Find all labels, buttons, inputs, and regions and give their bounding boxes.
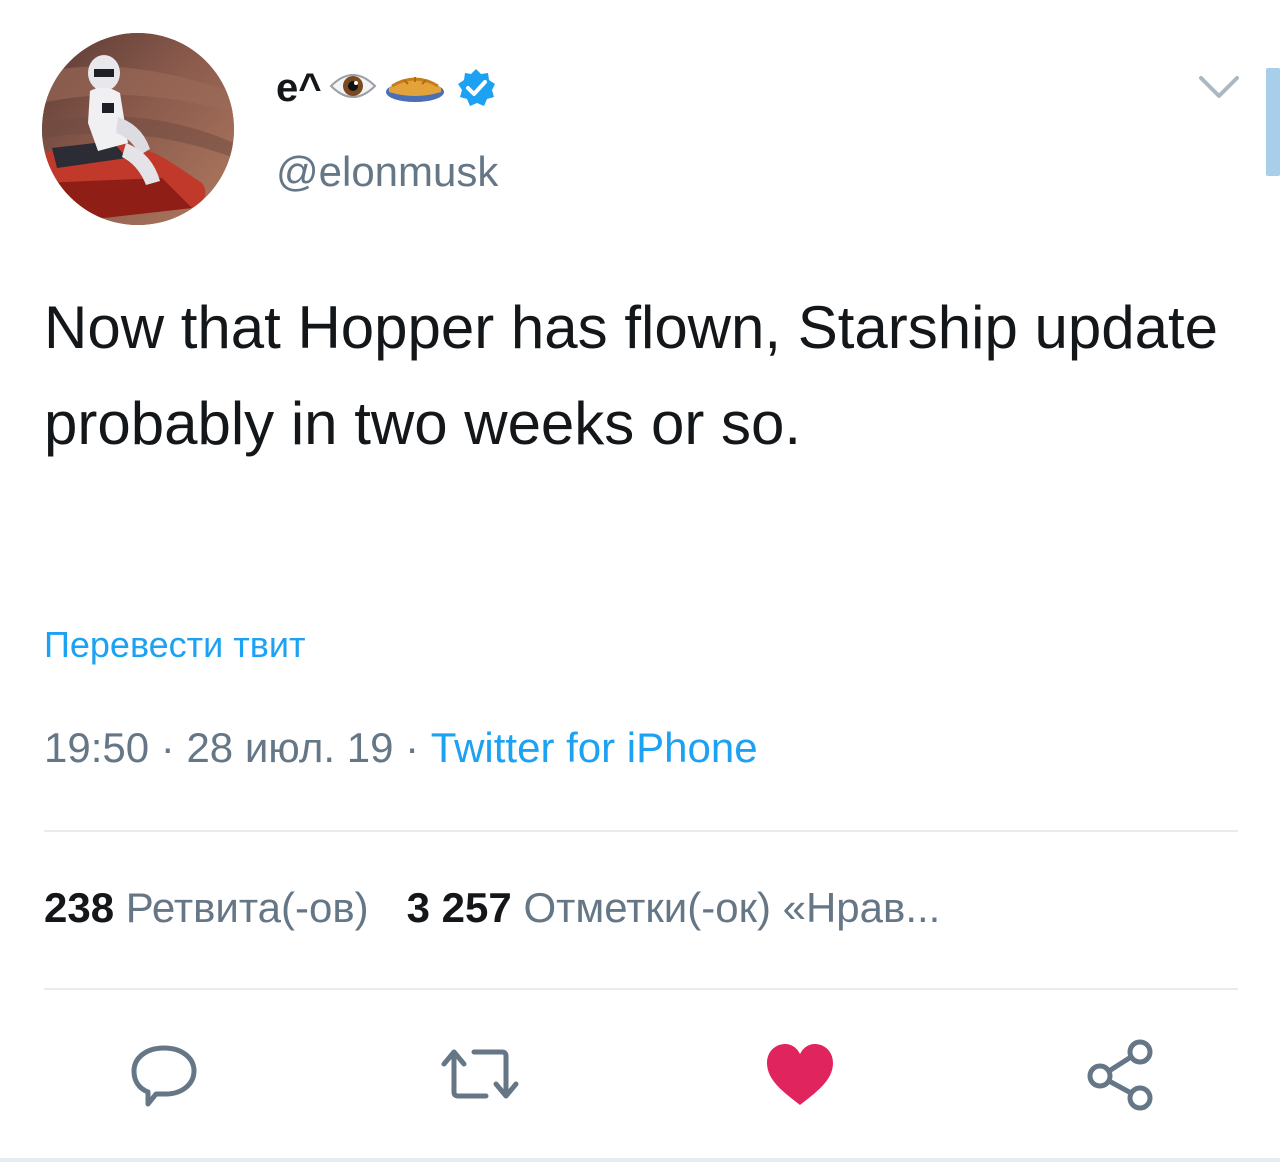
reply-icon (131, 1045, 197, 1107)
share-icon (1087, 1039, 1153, 1111)
like-icon (767, 1044, 833, 1105)
share-button[interactable] (1080, 1034, 1160, 1114)
tweet-detail: e^ @elonmusk Now that Hopper has flown, … (0, 0, 1280, 1162)
meta-separator: · (393, 724, 431, 771)
tweet-meta: 19:50 · 28 июл. 19 · Twitter for iPhone (44, 724, 758, 772)
pie-emoji (384, 66, 446, 111)
retweets-count: 238 (44, 884, 115, 931)
tweet-date: 28 июл. 19 (186, 724, 394, 771)
like-button[interactable] (760, 1034, 840, 1114)
tweet-time: 19:50 (44, 724, 150, 771)
retweets-stat[interactable]: 238 Ретвита(-ов) (44, 884, 369, 931)
divider (0, 1158, 1280, 1162)
tweet-stats: 238 Ретвита(-ов) 3 257 Отметки(-ок) «Нрав… (44, 884, 940, 932)
chevron-down-icon[interactable] (1196, 72, 1242, 102)
user-handle[interactable]: @elonmusk (276, 148, 498, 196)
likes-stat[interactable]: 3 257 Отметки(-ок) «Нрав... (407, 884, 941, 931)
avatar[interactable] (42, 33, 234, 225)
likes-label: Отметки(-ок) «Нрав... (523, 884, 941, 931)
divider (44, 988, 1238, 990)
translate-tweet-link[interactable]: Перевести твит (44, 624, 306, 666)
tweet-source-link[interactable]: Twitter for iPhone (431, 724, 758, 771)
tweet-text: Now that Hopper has flown, Starship upda… (44, 294, 1219, 457)
display-name[interactable]: e^ (276, 66, 322, 111)
retweets-label: Ретвита(-ов) (125, 884, 369, 931)
meta-separator: · (149, 724, 187, 771)
avatar-image (42, 33, 234, 225)
eye-emoji (328, 66, 378, 111)
reply-button[interactable] (124, 1034, 204, 1114)
scrollbar[interactable] (1266, 68, 1280, 176)
likes-count: 3 257 (406, 884, 512, 931)
retweet-button[interactable] (440, 1034, 520, 1114)
verified-badge-icon (456, 68, 496, 108)
display-name-row[interactable]: e^ (276, 60, 496, 116)
retweet-icon (441, 1049, 519, 1099)
divider (44, 830, 1238, 832)
